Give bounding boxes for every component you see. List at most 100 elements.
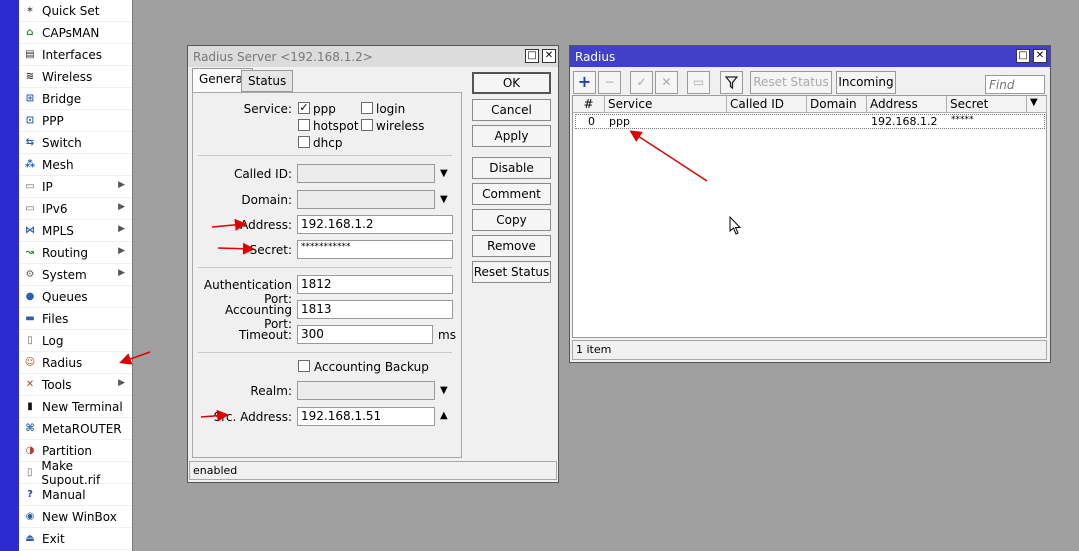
sidebar-item-label: Log [42,333,64,348]
sidebar-item-quick-set[interactable]: ✶ Quick Set [19,0,132,22]
tab-status[interactable]: Status [241,70,294,92]
sidebar-item-label: Manual [42,487,86,502]
disable-button[interactable]: Disable [472,157,551,179]
sidebar-item-new-terminal[interactable]: ▮ New Terminal [19,396,132,418]
column-header-address[interactable]: Address [867,96,947,113]
tools-icon: ✕ [25,379,35,390]
close-icon[interactable]: ✕ [542,49,556,63]
table-cell-service: ppp [609,115,630,128]
sidebar-item-radius[interactable]: ☺ Radius [19,352,132,374]
find-input[interactable] [985,75,1045,94]
called-id-field[interactable] [297,164,435,183]
sidebar-item-capsman[interactable]: ⌂ CAPsMAN [19,22,132,44]
address-field[interactable]: 192.168.1.2 [297,215,453,234]
column-header-called-id[interactable]: Called ID [727,96,807,113]
column-header-num[interactable]: # [573,96,605,113]
service-dhcp-checkbox[interactable] [298,136,310,148]
column-header-secret[interactable]: Secret [947,96,1027,113]
maximize-icon[interactable]: □ [525,49,539,63]
sidebar-item-files[interactable]: ▬ Files [19,308,132,330]
accounting-backup-label: Accounting Backup [314,360,429,374]
copy-button[interactable]: Copy [472,209,551,231]
divider [198,155,452,156]
sidebar-item-label: Wireless [42,69,93,84]
domain-dropdown-icon[interactable]: ▼ [440,194,448,205]
sidebar-item-interfaces[interactable]: ▤ Interfaces [19,44,132,66]
filter-icon[interactable] [720,71,743,94]
sidebar-item-queues[interactable]: ● Queues [19,286,132,308]
sidebar-item-mpls[interactable]: ⋈ MPLS ▶ [19,220,132,242]
sidebar-item-label: Routing [42,245,89,260]
ok-button[interactable]: OK [472,72,551,94]
sidebar-item-tools[interactable]: ✕ Tools ▶ [19,374,132,396]
timeout-unit: ms [438,328,456,342]
sidebar-item-routing[interactable]: ↝ Routing ▶ [19,242,132,264]
item-count: 1 item [572,340,1047,360]
cancel-button[interactable]: Cancel [472,99,551,121]
close-icon[interactable]: ✕ [1033,49,1047,63]
sidebar-item-ip[interactable]: ▭ IP ▶ [19,176,132,198]
sidebar-item-log[interactable]: ▯ Log [19,330,132,352]
service-wireless-checkbox[interactable] [361,119,373,131]
mesh-icon: ⁂ [24,159,36,170]
acct-port-field[interactable]: 1813 [297,300,453,319]
maximize-icon[interactable]: □ [1016,49,1030,63]
auth-port-field[interactable]: 1812 [297,275,453,294]
sidebar-item-switch[interactable]: ⇆ Switch [19,132,132,154]
add-icon[interactable]: + [573,71,596,94]
timeout-label: Timeout: [238,328,292,342]
comment-button[interactable]: Comment [472,183,551,205]
sidebar-item-label: Radius [42,355,83,370]
remove-icon[interactable]: − [598,71,621,94]
realm-dropdown-icon[interactable]: ▼ [440,385,448,396]
folder-icon: ▬ [25,313,35,324]
sidebar-item-make-supout-rif[interactable]: ▯ Make Supout.rif [19,459,132,487]
sidebar-item-label: Quick Set [42,3,100,18]
reset-status-button[interactable]: Reset Status [472,261,551,283]
column-header-domain[interactable]: Domain [807,96,867,113]
service-login-label: login [376,102,406,116]
src-address-collapse-icon[interactable]: ▲ [440,410,448,421]
window-title[interactable]: Radius Server <192.168.1.2> [188,46,558,67]
document-icon: ▯ [26,467,33,478]
sidebar-item-mesh[interactable]: ⁂ Mesh [19,154,132,176]
sidebar-item-ipv6[interactable]: ▭ IPv6 ▶ [19,198,132,220]
sidebar-item-new-winbox[interactable]: ◉ New WinBox [19,506,132,528]
service-hotspot-checkbox[interactable] [298,119,310,131]
comment-icon[interactable]: ▭ [687,71,710,94]
sidebar-item-metarouter[interactable]: ⌘ MetaROUTER [19,418,132,440]
table-cell-address: 192.168.1.2 [871,115,938,128]
service-wireless-label: wireless [376,119,425,133]
sidebar-item-wireless[interactable]: ≋ Wireless [19,66,132,88]
sidebar-item-label: PPP [42,113,64,128]
reset-status-toolbar-button[interactable]: Reset Status [750,71,832,94]
domain-field[interactable] [297,190,435,209]
sidebar-item-label: MPLS [42,223,74,238]
service-login-checkbox[interactable] [361,102,373,114]
remove-button[interactable]: Remove [472,235,551,257]
secret-field[interactable]: *********** [297,240,453,259]
sidebar-item-exit[interactable]: ⏏ Exit [19,528,132,550]
sidebar-menu: ✶ Quick Set ⌂ CAPsMAN ▤ Interfaces ≋ Wireless ⊞ B… [19,0,132,550]
sidebar: ✶ Quick Set ⌂ CAPsMAN ▤ Interfaces ≋ Wireless ⊞ B… [0,0,133,551]
disable-icon[interactable]: ✕ [655,71,678,94]
window-title[interactable]: Radius [570,46,1050,67]
incoming-button[interactable]: Incoming [836,71,896,94]
apply-button[interactable]: Apply [472,125,551,147]
sidebar-item-system[interactable]: ⚙ System ▶ [19,264,132,286]
auth-port-label: Authentication Port: [203,278,292,306]
sidebar-item-bridge[interactable]: ⊞ Bridge [19,88,132,110]
column-header-service[interactable]: Service [605,96,727,113]
sidebar-item-manual[interactable]: ? Manual [19,484,132,506]
sidebar-item-ppp[interactable]: ⊡ PPP [19,110,132,132]
src-address-field[interactable]: 192.168.1.51 [297,407,435,426]
accounting-backup-checkbox[interactable] [298,360,310,372]
timeout-field[interactable]: 300 [297,325,433,344]
enable-icon[interactable]: ✓ [630,71,653,94]
address-label: Address: [240,218,292,232]
called-id-dropdown-icon[interactable]: ▼ [440,168,448,179]
column-chooser-icon[interactable]: ▼ [1027,96,1047,113]
sidebar-item-label: IP [42,179,53,194]
service-ppp-checkbox[interactable]: ✓ [298,102,310,114]
realm-field[interactable] [297,381,435,400]
